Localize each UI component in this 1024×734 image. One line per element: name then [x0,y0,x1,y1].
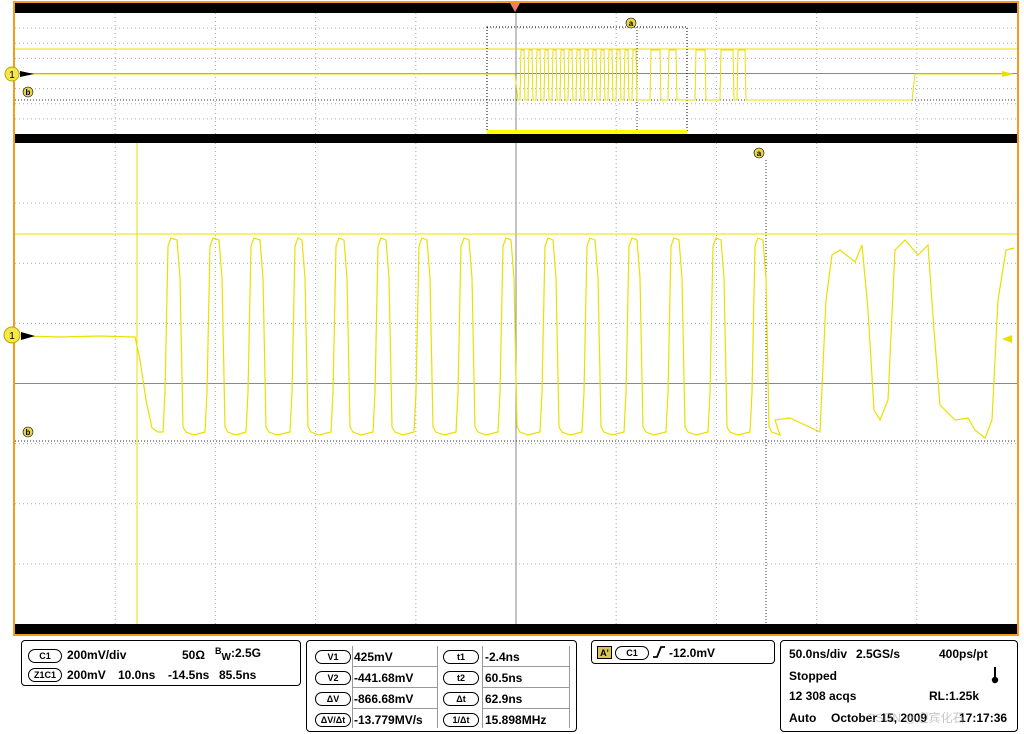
bandwidth-label: BW:2.5G [215,646,261,663]
bw-sub: W [221,652,231,663]
zoom-channel-pill[interactable]: Z1C1 [28,668,62,682]
main-ref-b-marker-label: b [26,428,31,437]
overview-separator-bar [15,134,1017,143]
acquisition-readout-panel[interactable]: 50.0ns/div 2.5GS/s 400ps/pt Stopped 12 3… [780,640,1018,732]
delta-v-value: -866.68mV [354,692,414,706]
time: 17:17:36 [959,711,1008,725]
inverse-dt-value: 15.898MHz [485,713,547,727]
v2-pill[interactable]: V2 [315,671,351,685]
v2-value: -441.68mV [354,671,414,685]
rising-edge-icon [653,646,665,658]
timebase: 50.0ns/div [789,647,848,661]
ref-b-marker-label: b [26,88,31,97]
channel-1-marker-label: 1 [9,70,15,81]
trigger-source-pill[interactable]: C1 [615,646,649,660]
resolution: 400ps/pt [939,647,988,661]
zoom-scale: 200mV [67,668,106,682]
trigger-mode: Auto [789,711,817,725]
acquisition-count: 12 308 acqs [789,689,857,703]
dv-dt-value: -13.779MV/s [354,713,423,727]
v1-value: 425mV [354,650,393,664]
channel-readout-panel[interactable]: C1 200mV/div 50Ω BW:2.5G Z1C1 200mV 10.0… [21,640,301,686]
t1-value: -2.4ns [485,650,520,664]
channel-scale: 200mV/div [67,648,127,662]
trigger-readout-panel[interactable]: A' C1 -12.0mV [591,640,775,664]
trigger-level: -12.0mV [669,646,716,660]
bottom-status-bar [15,624,1017,634]
delta-t-pill[interactable]: Δt [443,692,479,706]
temperature-icon [991,667,999,684]
acquisition-status: Stopped [789,669,837,683]
channel-impedance: 50Ω [182,648,205,662]
t1-pill[interactable]: t1 [443,650,479,664]
bw-sup: B [215,646,222,656]
t2-pill[interactable]: t2 [443,671,479,685]
inverse-dt-pill[interactable]: 1/Δt [443,713,479,727]
zoom-position: -14.5ns [168,668,210,682]
zoom-percent: 85.5ns [219,668,257,682]
channel-1-pill[interactable]: C1 [28,649,62,663]
main-channel-1-marker-label: 1 [9,331,15,342]
bandwidth-value: :2.5G [230,646,261,660]
main-cursor-a-marker-label: a [757,149,762,158]
trigger-mode-pill[interactable]: A' [597,646,612,659]
watermark: CSDN @迎宾化石 [867,711,965,725]
dv-dt-pill[interactable]: ΔV/Δt [315,713,351,727]
record-length: RL:1.25k [929,689,980,703]
cursor-a-marker-label: a [629,19,634,28]
cursor-readout-panel[interactable]: V1 425mV t1 -2.4ns V2 -441.68mV t2 60.5n… [306,640,577,732]
t2-value: 60.5ns [485,671,523,685]
delta-t-value: 62.9ns [485,692,523,706]
v1-pill[interactable]: V1 [315,650,351,664]
oscilloscope-display: 1 b a 1 b a [3,1,1019,636]
sample-rate: 2.5GS/s [856,647,901,661]
delta-v-pill[interactable]: ΔV [315,692,351,706]
zoom-time: 10.0ns [118,668,156,682]
